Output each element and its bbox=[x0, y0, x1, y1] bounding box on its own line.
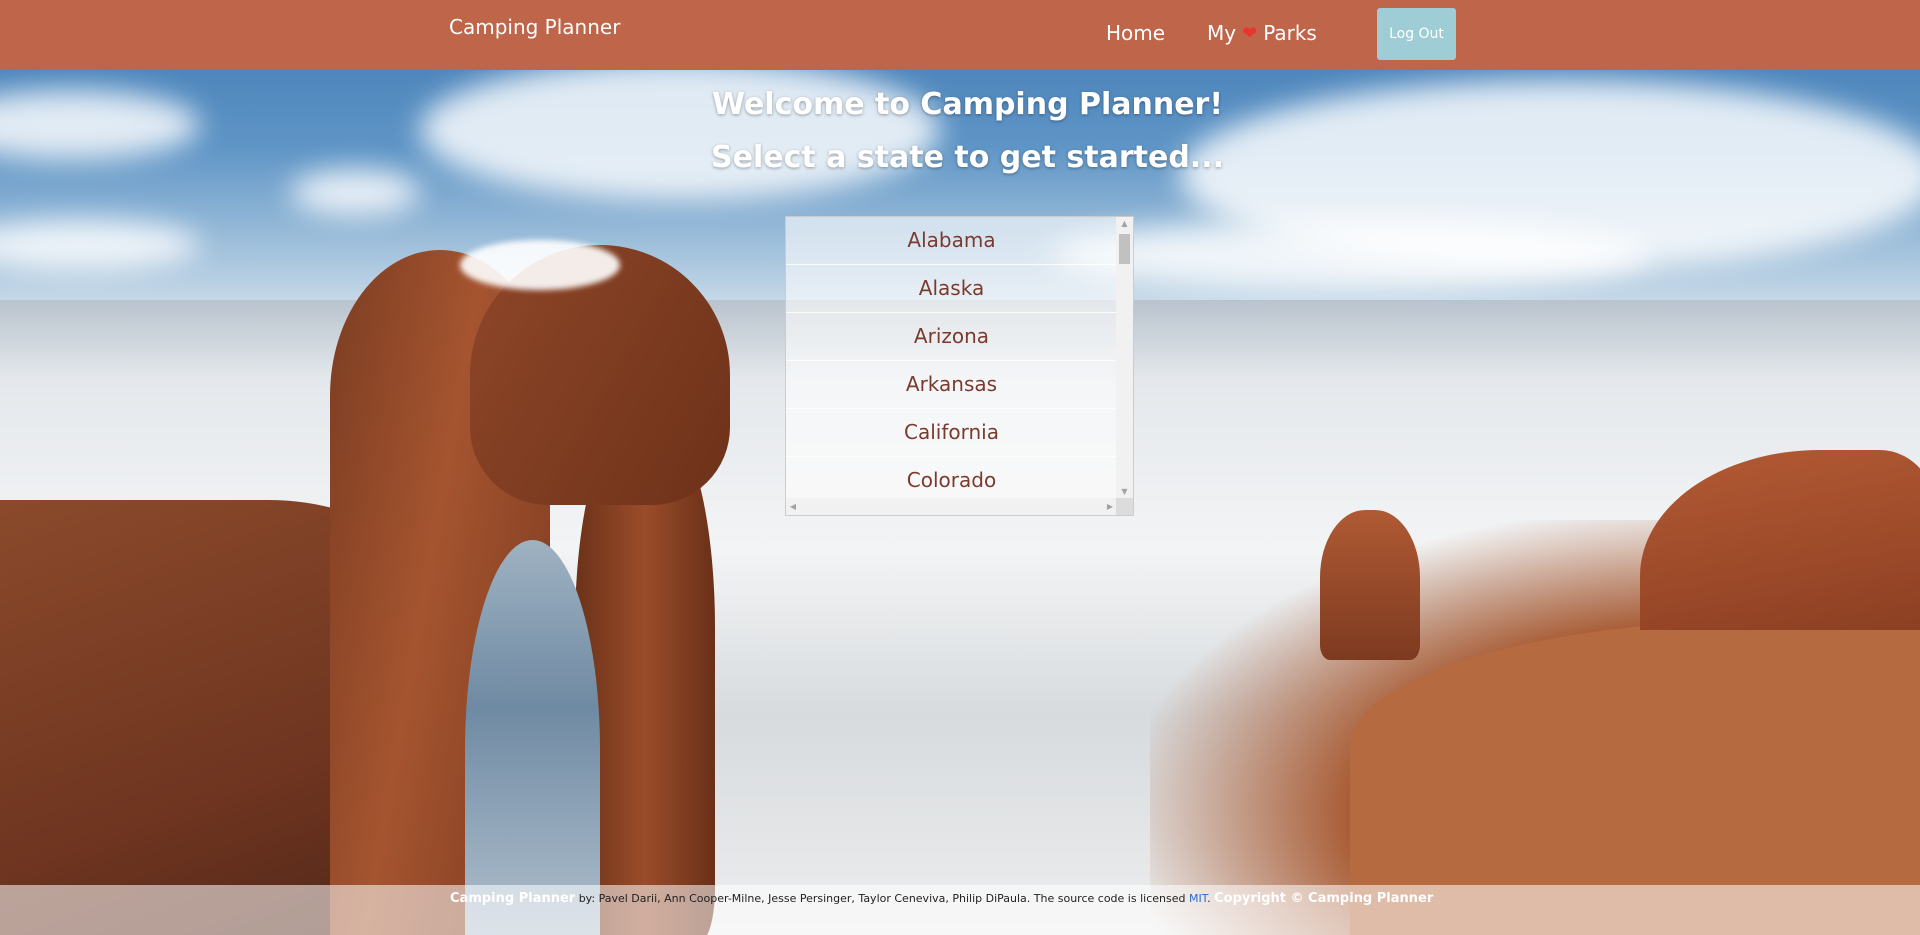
heart-icon: ❤ bbox=[1242, 23, 1258, 44]
scroll-left-arrow-icon[interactable]: ◀ bbox=[786, 498, 800, 515]
logout-button[interactable]: Log Out bbox=[1377, 8, 1456, 60]
state-option-alabama[interactable]: Alabama bbox=[786, 217, 1117, 265]
license-link[interactable]: MIT bbox=[1189, 892, 1207, 905]
state-option-arizona[interactable]: Arizona bbox=[786, 313, 1117, 361]
cloud bbox=[420, 60, 940, 200]
state-list-items: Alabama Alaska Arizona Arkansas Californ… bbox=[786, 217, 1117, 499]
scroll-down-arrow-icon[interactable]: ▼ bbox=[1116, 485, 1133, 499]
welcome-title: Welcome to Camping Planner! bbox=[711, 87, 1224, 122]
arch-snow bbox=[460, 240, 620, 290]
state-option-california[interactable]: California bbox=[786, 409, 1117, 457]
footer-brand: Camping Planner bbox=[450, 891, 576, 906]
scroll-right-arrow-icon[interactable]: ▶ bbox=[1103, 498, 1117, 515]
nav-my-parks-suffix: Parks bbox=[1263, 21, 1317, 45]
state-option-alaska[interactable]: Alaska bbox=[786, 265, 1117, 313]
nav-my-parks-link[interactable]: My ❤ Parks bbox=[1207, 21, 1317, 45]
vertical-scrollbar[interactable]: ▲ ▼ bbox=[1116, 217, 1133, 499]
footer-text: Camping Planner by: Pavel Darii, Ann Coo… bbox=[450, 891, 1433, 906]
state-option-colorado[interactable]: Colorado bbox=[786, 457, 1117, 499]
nav-home-link[interactable]: Home bbox=[1106, 21, 1165, 45]
footer-copyright: Copyright © Camping Planner bbox=[1214, 891, 1434, 906]
arch-opening bbox=[465, 540, 600, 935]
nav-my-parks-prefix: My bbox=[1207, 21, 1237, 45]
cloud bbox=[290, 170, 420, 215]
cloud bbox=[1050, 220, 1650, 290]
horizontal-scrollbar[interactable]: ◀ ▶ bbox=[786, 498, 1117, 515]
state-select-list[interactable]: Alabama Alaska Arizona Arkansas Californ… bbox=[785, 216, 1134, 516]
scroll-up-arrow-icon[interactable]: ▲ bbox=[1116, 217, 1133, 231]
footer-credits: by: Pavel Darii, Ann Cooper-Milne, Jesse… bbox=[575, 892, 1189, 905]
scrollbar-corner bbox=[1116, 498, 1133, 515]
brand-link[interactable]: Camping Planner bbox=[449, 15, 620, 39]
navbar: Camping Planner Home My ❤ Parks Log Out bbox=[0, 0, 1920, 70]
welcome-subtitle: Select a state to get started... bbox=[710, 140, 1224, 175]
rock-hoodoo bbox=[1320, 510, 1420, 660]
state-option-arkansas[interactable]: Arkansas bbox=[786, 361, 1117, 409]
scrollbar-thumb[interactable] bbox=[1119, 234, 1130, 264]
footer: Camping Planner by: Pavel Darii, Ann Coo… bbox=[0, 885, 1920, 935]
